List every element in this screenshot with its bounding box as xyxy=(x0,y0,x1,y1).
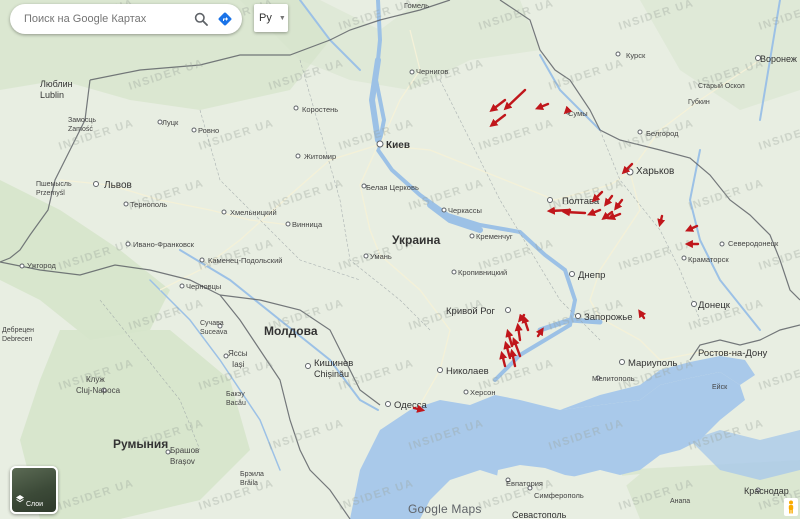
label-voronezh: Воронеж xyxy=(760,54,797,64)
label-chernovtsy: Черновцы xyxy=(186,282,221,291)
label-debrecen: Debrecen xyxy=(2,336,32,343)
label-lviv: Львов xyxy=(104,180,132,191)
label-przemysl-ru: Пшемысль xyxy=(36,181,72,188)
label-belgorod: Белгород xyxy=(646,129,679,138)
map-canvas[interactable]: INSIDER UAINSIDER UAINSIDER UAINSIDER UA… xyxy=(0,0,800,519)
layers-icon xyxy=(15,491,25,509)
google-maps-logo: Google Maps xyxy=(408,502,482,516)
label-przemysl: Przemyśl xyxy=(36,190,65,197)
label-herson: Херсон xyxy=(470,388,496,397)
chevron-down-icon: ▼ xyxy=(278,14,286,22)
label-uman: Умань xyxy=(370,252,392,261)
label-vinnitsa: Винница xyxy=(292,220,323,229)
label-yeysk: Ейск xyxy=(712,383,728,391)
search-input[interactable] xyxy=(22,12,186,26)
label-kremenchug: Кременчуг xyxy=(476,232,513,241)
label-cluj: Cluj-Napoca xyxy=(76,386,121,395)
label-iasi: Iași xyxy=(232,360,245,369)
label-lublin-ru: Люблин xyxy=(40,79,73,89)
label-anapa: Анапа xyxy=(670,498,690,505)
label-bacau: Bacău xyxy=(226,400,246,407)
label-zamosc-ru: Замосць xyxy=(68,117,96,124)
label-krasnodar: Краснодар xyxy=(744,486,789,496)
search-box[interactable] xyxy=(10,4,242,34)
label-kropivnitsky: Кропивницкий xyxy=(458,268,507,277)
label-rostov: Ростов-на-Дону xyxy=(698,348,767,359)
label-kursk: Курск xyxy=(626,51,646,60)
label-suceava-ru: Сучава xyxy=(200,320,224,327)
label-gubkin: Губкин xyxy=(688,98,710,106)
label-ivano: Ивано-Франковск xyxy=(133,240,195,249)
language-dropdown[interactable]: Ру ▼ xyxy=(254,4,288,32)
label-belaya-tserkov: Белая Церковь xyxy=(366,183,419,192)
label-poltava: Полтава xyxy=(562,196,600,207)
label-mariupol: Мариуполь xyxy=(628,358,677,369)
label-severodonetsk: Северодонецк xyxy=(728,239,779,248)
label-kiev: Киев xyxy=(386,140,410,151)
label-brasov: Brașov xyxy=(170,457,195,466)
label-chisinau: Chișinău xyxy=(314,369,349,379)
label-zhitomir: Житомир xyxy=(304,152,336,161)
label-romania: Румыния xyxy=(113,437,168,451)
label-korosten: Коростень xyxy=(302,105,338,114)
label-brasov-ru: Брашов xyxy=(170,446,199,455)
label-kharkov: Харьков xyxy=(636,166,674,177)
language-value: Ру xyxy=(259,12,272,24)
label-simferopol: Симферополь xyxy=(534,491,584,500)
layers-label: Слои xyxy=(26,501,44,508)
label-evpatoria: Евпатория xyxy=(506,479,543,488)
label-zaporozhye: Запорожье xyxy=(584,312,633,323)
label-brila: Брэила xyxy=(240,471,264,478)
search-icon[interactable] xyxy=(192,10,210,28)
label-debrecen-ru: Дебрецен xyxy=(2,326,34,334)
label-cluj-ru: Клуж xyxy=(86,375,105,384)
layers-button[interactable]: Слои xyxy=(10,466,58,514)
label-zamosc: Zamość xyxy=(68,126,93,133)
label-rovno: Ровно xyxy=(198,126,219,135)
label-khmelnitsky: Хмельницкий xyxy=(230,208,277,217)
label-brila-lat: Brăila xyxy=(240,480,258,487)
label-kamenets: Каменец-Подольский xyxy=(208,256,282,265)
label-gomel: Гомель xyxy=(404,1,429,10)
label-moldova: Молдова xyxy=(264,324,318,338)
label-chernigov: Чернигов xyxy=(416,67,448,76)
label-dnepr: Днепр xyxy=(578,270,605,281)
label-ukraine: Украина xyxy=(392,233,441,247)
label-nikolaev: Николаев xyxy=(446,366,489,377)
label-iasi-ru: Яссы xyxy=(228,349,248,358)
label-sevastopol: Севастополь xyxy=(512,510,567,519)
label-kramatorsk: Краматорск xyxy=(688,255,729,264)
label-lutsk: Луцк xyxy=(162,118,179,127)
label-kishinev: Кишинев xyxy=(314,358,353,369)
label-krivoy-rog: Кривой Рог xyxy=(446,306,495,317)
label-bacau-ru: Бакэу xyxy=(226,391,245,398)
label-lublin: Lublin xyxy=(40,90,64,100)
label-uzhgorod: Ужгород xyxy=(27,261,56,270)
label-stary-oskol: Старый Оскол xyxy=(698,82,745,90)
label-melitopol: Мелитополь xyxy=(592,374,635,383)
label-suceava: Suceava xyxy=(200,329,227,336)
label-ternopol: Тернополь xyxy=(130,200,167,209)
label-sumy: Сумы xyxy=(568,109,588,118)
pegman-icon[interactable] xyxy=(784,498,798,516)
label-donetsk: Донецк xyxy=(698,300,731,311)
label-cherkassy: Черкассы xyxy=(448,206,482,215)
directions-icon[interactable] xyxy=(216,10,234,28)
